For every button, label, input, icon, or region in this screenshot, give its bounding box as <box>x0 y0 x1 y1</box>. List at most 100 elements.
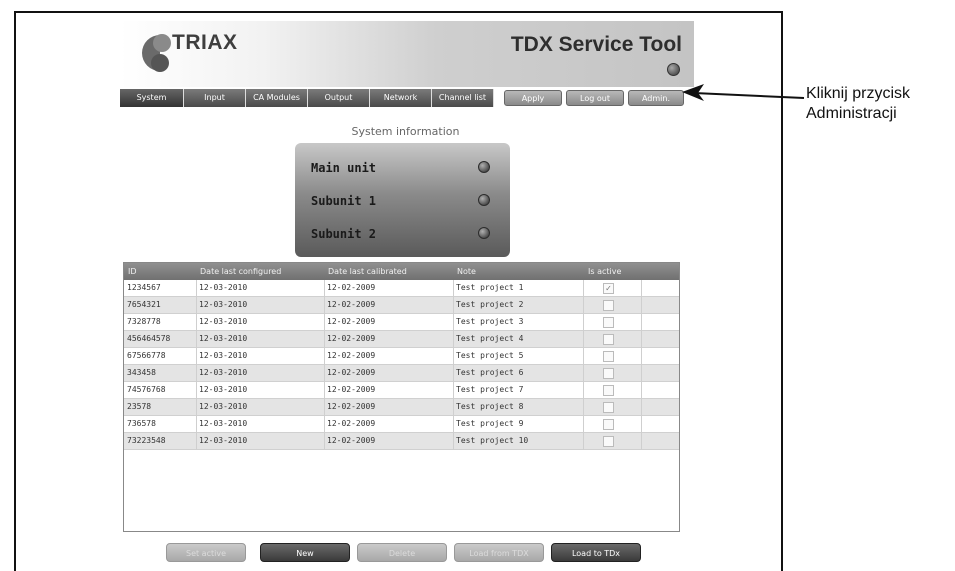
table-row[interactable]: 343458 12-03-2010 12-02-2009 Test project 6 <box>124 365 679 382</box>
set-active-button[interactable]: Set active <box>166 543 246 562</box>
load-to-tdx-button[interactable]: Load to TDx <box>551 543 641 562</box>
tab-input[interactable]: Input <box>184 89 246 107</box>
cell-note: Test project 7 <box>456 385 524 394</box>
cell-id: 736578 <box>127 419 156 428</box>
cell-configured: 12-03-2010 <box>199 402 248 411</box>
table-row[interactable]: 74576768 12-03-2010 12-02-2009 Test project… <box>124 382 679 399</box>
cell-calibrated: 12-02-2009 <box>327 334 376 343</box>
cell-id: 23578 <box>127 402 152 411</box>
cell-configured: 12-03-2010 <box>199 300 248 309</box>
table-row[interactable]: 7654321 12-03-2010 12-02-2009 Test project … <box>124 297 679 314</box>
checkmark-icon: ✓ <box>605 284 612 293</box>
tab-channel-list[interactable]: Channel list <box>432 89 494 107</box>
unit-row-subunit-2: Subunit 2 <box>311 223 496 243</box>
cell-note: Test project 6 <box>456 368 524 377</box>
column-divider <box>583 416 584 433</box>
logo-text: TRIAX <box>172 31 238 54</box>
column-divider <box>641 297 642 314</box>
column-divider <box>583 280 584 297</box>
app-title: TDX Service Tool <box>510 33 682 56</box>
column-divider <box>641 331 642 348</box>
is-active-checkbox[interactable] <box>603 385 614 396</box>
col-date-configured[interactable]: Date last configured <box>200 263 281 280</box>
status-led-icon <box>478 194 490 206</box>
table-row[interactable]: 1234567 12-03-2010 12-02-2009 Test project … <box>124 280 679 297</box>
load-from-tdx-button[interactable]: Load from TDX <box>454 543 544 562</box>
callout-line-1: Kliknij przycisk <box>806 85 911 102</box>
is-active-checkbox[interactable]: ✓ <box>603 283 614 294</box>
cell-id: 67566778 <box>127 351 166 360</box>
cell-calibrated: 12-02-2009 <box>327 368 376 377</box>
cell-configured: 12-03-2010 <box>199 419 248 428</box>
col-id[interactable]: ID <box>128 263 137 280</box>
tab-system[interactable]: System <box>120 89 184 107</box>
column-divider <box>583 331 584 348</box>
cell-configured: 12-03-2010 <box>199 385 248 394</box>
column-divider <box>583 297 584 314</box>
is-active-checkbox[interactable] <box>603 334 614 345</box>
cell-configured: 12-03-2010 <box>199 334 248 343</box>
table-row[interactable]: 73223548 12-03-2010 12-02-2009 Test project… <box>124 433 679 450</box>
cell-note: Test project 4 <box>456 334 524 343</box>
is-active-checkbox[interactable] <box>603 419 614 430</box>
column-divider <box>583 348 584 365</box>
table-row[interactable]: 456464578 12-03-2010 12-02-2009 Test projec… <box>124 331 679 348</box>
is-active-checkbox[interactable] <box>603 317 614 328</box>
is-active-checkbox[interactable] <box>603 402 614 413</box>
unit-label: Subunit 2 <box>311 227 377 241</box>
is-active-checkbox[interactable] <box>603 300 614 311</box>
cell-note: Test project 1 <box>456 283 524 292</box>
unit-row-main: Main unit <box>311 157 496 177</box>
tab-ca-modules[interactable]: CA Modules <box>246 89 308 107</box>
column-divider <box>641 348 642 365</box>
cell-calibrated: 12-02-2009 <box>327 283 376 292</box>
new-button[interactable]: New <box>260 543 350 562</box>
cell-calibrated: 12-02-2009 <box>327 436 376 445</box>
table-row[interactable]: 23578 12-03-2010 12-02-2009 Test project 8 <box>124 399 679 416</box>
cell-note: Test project 5 <box>456 351 524 360</box>
cell-id: 1234567 <box>127 283 161 292</box>
tab-network[interactable]: Network <box>370 89 432 107</box>
callout-text: Kliknij przycisk Administracji <box>806 84 910 124</box>
admin-button[interactable]: Admin. <box>628 90 684 106</box>
cell-calibrated: 12-02-2009 <box>327 402 376 411</box>
delete-button[interactable]: Delete <box>357 543 447 562</box>
app-header: TRIAX TDX Service Tool <box>120 21 694 87</box>
is-active-checkbox[interactable] <box>603 436 614 447</box>
column-divider <box>583 314 584 331</box>
is-active-checkbox[interactable] <box>603 351 614 362</box>
cell-configured: 12-03-2010 <box>199 283 248 292</box>
col-date-calibrated[interactable]: Date last calibrated <box>328 263 407 280</box>
cell-note: Test project 8 <box>456 402 524 411</box>
column-divider <box>641 416 642 433</box>
column-divider <box>641 399 642 416</box>
arrow-left-icon <box>682 84 805 101</box>
table-row[interactable]: 7328778 12-03-2010 12-02-2009 Test project … <box>124 314 679 331</box>
col-is-active[interactable]: Is active <box>588 263 621 280</box>
cell-calibrated: 12-02-2009 <box>327 385 376 394</box>
log-out-button[interactable]: Log out <box>566 90 624 106</box>
cell-calibrated: 12-02-2009 <box>327 351 376 360</box>
system-info-panel: Main unit Subunit 1 Subunit 2 <box>295 143 510 257</box>
col-note[interactable]: Note <box>457 263 476 280</box>
tab-output[interactable]: Output <box>308 89 370 107</box>
is-active-checkbox[interactable] <box>603 368 614 379</box>
status-led-icon <box>667 63 680 76</box>
app-window: TRIAX TDX Service Tool System Input CA M… <box>14 11 783 571</box>
cell-id: 7328778 <box>127 317 161 326</box>
cell-note: Test project 2 <box>456 300 524 309</box>
main-nav: System Input CA Modules Output Network C… <box>120 89 694 107</box>
table-row[interactable]: 736578 12-03-2010 12-02-2009 Test project 9 <box>124 416 679 433</box>
table-row[interactable]: 67566778 12-03-2010 12-02-2009 Test project… <box>124 348 679 365</box>
cell-configured: 12-03-2010 <box>199 436 248 445</box>
column-divider <box>583 382 584 399</box>
cell-configured: 12-03-2010 <box>199 368 248 377</box>
cell-note: Test project 9 <box>456 419 524 428</box>
unit-label: Subunit 1 <box>311 194 377 208</box>
unit-row-subunit-1: Subunit 1 <box>311 190 496 210</box>
callout-line-2: Administracji <box>806 105 897 122</box>
apply-button[interactable]: Apply <box>504 90 562 106</box>
table-header: ID Date last configured Date last calibr… <box>124 263 679 280</box>
cell-id: 343458 <box>127 368 156 377</box>
cell-note: Test project 10 <box>456 436 529 445</box>
